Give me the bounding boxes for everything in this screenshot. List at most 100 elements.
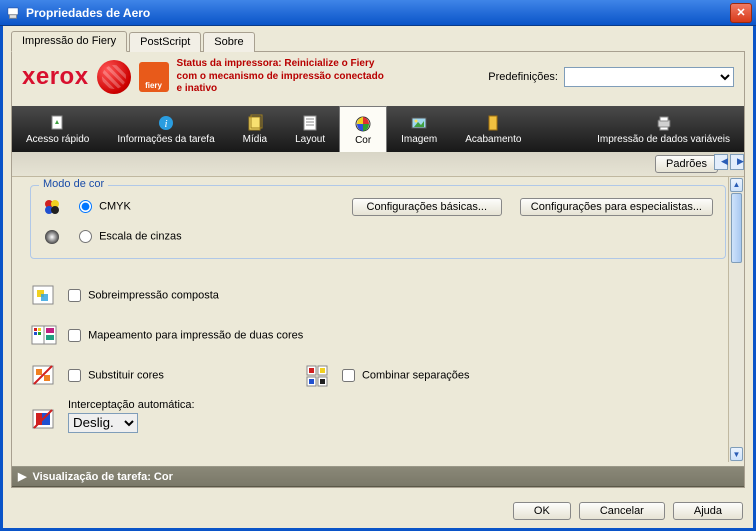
- two-color-mapping-label[interactable]: Mapeamento para impressão de duas cores: [68, 329, 303, 342]
- scroll-down-arrow[interactable]: ▼: [730, 447, 743, 461]
- finishing-icon: [484, 114, 502, 132]
- help-label: Ajuda: [694, 505, 722, 517]
- auto-trapping-row: Interceptação automática: Deslig.: [30, 399, 726, 433]
- cmyk-text: CMYK: [99, 200, 131, 212]
- composite-overprint-icon: [30, 283, 58, 309]
- cancel-button[interactable]: Cancelar: [579, 502, 665, 520]
- toolbar-job-info[interactable]: i Informações da tarefa: [103, 106, 228, 152]
- composite-overprint-row: Sobreimpressão composta: [30, 283, 726, 309]
- brand-row: xerox fiery Status da impressora: Reinic…: [12, 52, 744, 106]
- combine-separations-checkbox[interactable]: [342, 369, 355, 382]
- toolbar-scroll-left[interactable]: ◀: [714, 154, 728, 170]
- toolbar-quick-label: Acesso rápido: [26, 134, 89, 145]
- toolbar-color[interactable]: Cor: [339, 106, 387, 152]
- grayscale-radio[interactable]: [79, 230, 92, 243]
- printer-icon: [6, 6, 20, 20]
- close-button[interactable]: ✕: [730, 3, 752, 23]
- xerox-sphere-icon: [97, 60, 131, 94]
- expert-settings-button[interactable]: Configurações para especialistas...: [520, 198, 713, 216]
- expert-settings-label: Configurações para especialistas...: [531, 201, 702, 213]
- scroll-thumb[interactable]: [731, 193, 742, 263]
- two-color-mapping-row: Mapeamento para impressão de duas cores: [30, 323, 726, 349]
- ok-label: OK: [534, 505, 550, 517]
- combine-separations-label[interactable]: Combinar separações: [342, 369, 470, 382]
- window-title: Propriedades de Aero: [26, 6, 730, 20]
- combine-separations-text: Combinar separações: [362, 369, 470, 381]
- job-preview-bar[interactable]: ▶ Visualização de tarefa: Cor: [12, 466, 744, 487]
- layout-icon: [301, 114, 319, 132]
- auto-trapping-select[interactable]: Deslig.: [68, 413, 138, 433]
- xerox-logo-text: xerox: [22, 63, 89, 91]
- toolbar-layout[interactable]: Layout: [281, 106, 339, 152]
- toolbar-color-label: Cor: [355, 135, 371, 146]
- presets-group: Predefinições:: [488, 67, 734, 87]
- substitute-colors-row: Substituir cores: [30, 363, 164, 389]
- quick-access-icon: [49, 114, 67, 132]
- category-toolbar: Acesso rápido i Informações da tarefa Mí…: [12, 106, 744, 152]
- vdp-printer-icon: [655, 114, 673, 132]
- tab-about[interactable]: Sobre: [203, 32, 254, 52]
- color-settings-panel: Modo de cor CMYK Configurações básicas..…: [12, 177, 744, 463]
- two-color-mapping-text: Mapeamento para impressão de duas cores: [88, 329, 303, 341]
- tab-postscript-label: PostScript: [140, 36, 190, 48]
- two-color-mapping-icon: [30, 323, 58, 349]
- color-wheel-icon: [354, 115, 372, 133]
- substitute-colors-icon: [30, 363, 58, 389]
- composite-overprint-checkbox[interactable]: [68, 289, 81, 302]
- auto-trapping-label: Interceptação automática:: [68, 399, 195, 411]
- defaults-button[interactable]: Padrões: [655, 155, 718, 173]
- toolbar-scroll-right[interactable]: ▶: [730, 154, 744, 170]
- help-button[interactable]: Ajuda: [673, 502, 743, 520]
- media-icon: [246, 114, 264, 132]
- tab-postscript[interactable]: PostScript: [129, 32, 201, 52]
- toolbar-quick-access[interactable]: Acesso rápido: [12, 106, 103, 152]
- toolbar-layout-label: Layout: [295, 134, 325, 145]
- basic-settings-label: Configurações básicas...: [367, 201, 487, 213]
- composite-overprint-text: Sobreimpressão composta: [88, 289, 219, 301]
- toolbar-media[interactable]: Mídia: [229, 106, 281, 152]
- presets-select[interactable]: [564, 67, 734, 87]
- vertical-scrollbar[interactable]: ▲ ▼: [728, 177, 744, 463]
- tab-fiery-print[interactable]: Impressão do Fiery: [11, 31, 127, 52]
- toolbar-finishing[interactable]: Acabamento: [451, 106, 535, 152]
- basic-settings-button[interactable]: Configurações básicas...: [352, 198, 502, 216]
- fiery-badge-icon: fiery: [139, 62, 169, 92]
- toolbar-image[interactable]: Imagem: [387, 106, 451, 152]
- info-icon: i: [157, 114, 175, 132]
- auto-trapping-icon: [30, 407, 58, 433]
- color-mode-legend: Modo de cor: [39, 178, 108, 190]
- close-icon: ✕: [736, 6, 745, 19]
- toolbar-image-label: Imagem: [401, 134, 437, 145]
- two-color-mapping-checkbox[interactable]: [68, 329, 81, 342]
- cmyk-radio[interactable]: [79, 200, 92, 213]
- svg-text:i: i: [164, 118, 167, 130]
- grayscale-swatch-icon: [43, 228, 61, 246]
- window-body: Impressão do Fiery PostScript Sobre xero…: [0, 26, 756, 531]
- job-preview-label: Visualização de tarefa: Cor: [32, 471, 172, 483]
- ok-button[interactable]: OK: [513, 502, 571, 520]
- dialog-footer: OK Cancelar Ajuda: [3, 494, 753, 528]
- toolbar-scroll: ◀ ▶: [714, 154, 744, 170]
- composite-overprint-label[interactable]: Sobreimpressão composta: [68, 289, 219, 302]
- scroll-up-arrow[interactable]: ▲: [730, 178, 743, 192]
- toolbar-vdp-label: Impressão de dados variáveis: [597, 134, 730, 145]
- tab-fiery-label: Impressão do Fiery: [22, 35, 116, 47]
- color-mode-group: Modo de cor CMYK Configurações básicas..…: [30, 185, 726, 259]
- toolbar-finishing-label: Acabamento: [465, 134, 521, 145]
- cancel-label: Cancelar: [600, 505, 644, 517]
- grayscale-text: Escala de cinzas: [99, 230, 182, 242]
- toolbar-vdp[interactable]: Impressão de dados variáveis: [583, 106, 744, 152]
- toolbar-jobinfo-label: Informações da tarefa: [117, 134, 214, 145]
- defaults-row: Padrões: [12, 152, 744, 177]
- cmyk-radio-label[interactable]: CMYK: [79, 200, 131, 213]
- printer-status-text: Status da impressora: Reinicialize o Fie…: [177, 58, 387, 96]
- fiery-badge-text: fiery: [145, 81, 162, 90]
- substitute-colors-checkbox[interactable]: [68, 369, 81, 382]
- cmyk-swatch-icon: [43, 198, 61, 216]
- grayscale-radio-label[interactable]: Escala de cinzas: [79, 230, 182, 243]
- titlebar: Propriedades de Aero ✕: [0, 0, 756, 26]
- combine-separations-icon: [304, 363, 332, 389]
- substitute-colors-label[interactable]: Substituir cores: [68, 369, 164, 382]
- tab-panel: xerox fiery Status da impressora: Reinic…: [11, 51, 745, 488]
- tab-about-label: Sobre: [214, 36, 243, 48]
